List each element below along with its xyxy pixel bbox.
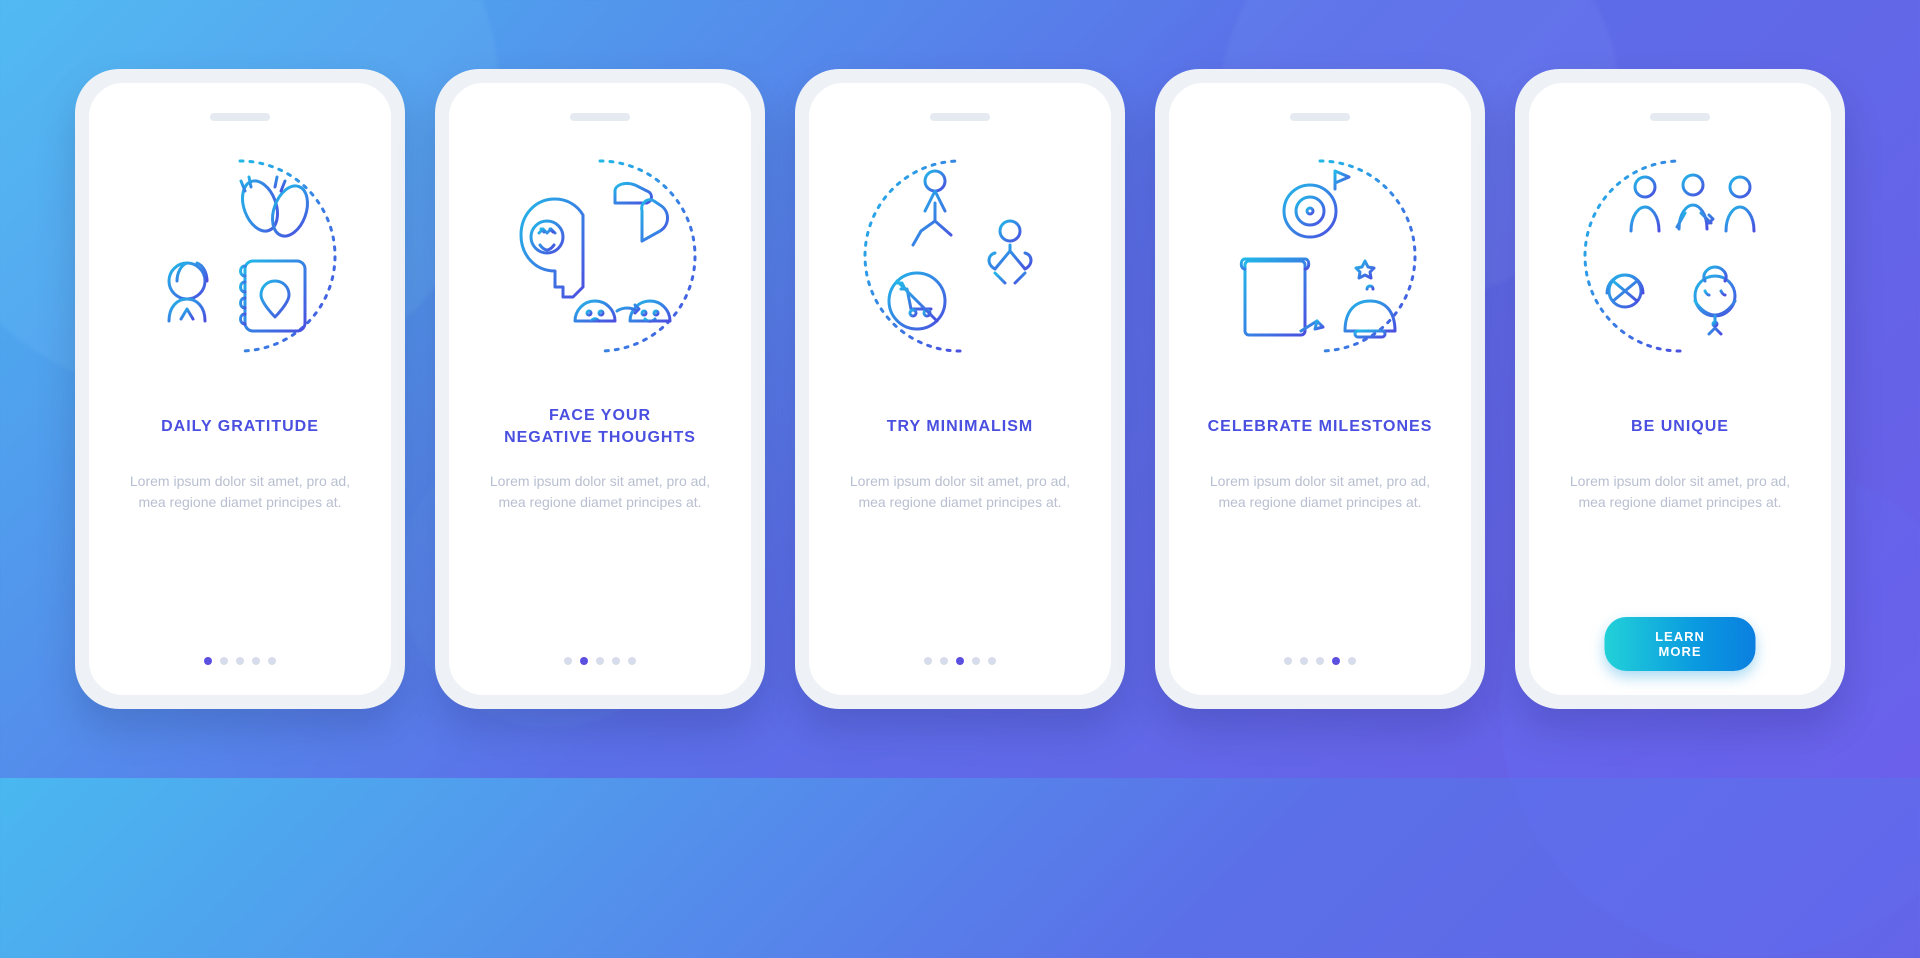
phone-notch <box>930 113 990 121</box>
milestones-icon <box>1205 141 1435 371</box>
page-dot[interactable] <box>628 657 636 665</box>
page-dot[interactable] <box>204 657 212 665</box>
unique-icon <box>1565 141 1795 371</box>
phone-row: DAILY GRATITUDE Lorem ipsum dolor sit am… <box>75 69 1845 709</box>
page-dot[interactable] <box>1348 657 1356 665</box>
page-dot[interactable] <box>1332 657 1340 665</box>
minimalism-icon <box>845 141 1075 371</box>
onboarding-body: Lorem ipsum dolor sit amet, pro ad, mea … <box>471 471 729 513</box>
page-indicator <box>1169 657 1471 665</box>
onboarding-screen: BE UNIQUE Lorem ipsum dolor sit amet, pr… <box>1529 83 1831 695</box>
negative-thoughts-icon <box>485 141 715 371</box>
phone-notch <box>1290 113 1350 121</box>
phone-notch <box>1650 113 1710 121</box>
page-dot[interactable] <box>252 657 260 665</box>
phone-mockup: CELEBRATE MILESTONES Lorem ipsum dolor s… <box>1155 69 1485 709</box>
page-dot[interactable] <box>612 657 620 665</box>
onboarding-screen: FACE YOUR NEGATIVE THOUGHTS Lorem ipsum … <box>449 83 751 695</box>
onboarding-screen: TRY MINIMALISM Lorem ipsum dolor sit ame… <box>809 83 1111 695</box>
page-dot[interactable] <box>1284 657 1292 665</box>
page-dot[interactable] <box>1316 657 1324 665</box>
onboarding-title: BE UNIQUE <box>1623 405 1737 449</box>
phone-notch <box>570 113 630 121</box>
page-dot[interactable] <box>220 657 228 665</box>
page-dot[interactable] <box>924 657 932 665</box>
page-dot[interactable] <box>268 657 276 665</box>
onboarding-title: FACE YOUR NEGATIVE THOUGHTS <box>496 405 704 449</box>
page-dot[interactable] <box>596 657 604 665</box>
gratitude-icon <box>125 141 355 371</box>
onboarding-screen: DAILY GRATITUDE Lorem ipsum dolor sit am… <box>89 83 391 695</box>
page-dot[interactable] <box>972 657 980 665</box>
phone-mockup: FACE YOUR NEGATIVE THOUGHTS Lorem ipsum … <box>435 69 765 709</box>
learn-more-button[interactable]: LEARN MORE <box>1605 617 1756 671</box>
onboarding-title: DAILY GRATITUDE <box>153 405 327 449</box>
page-dot[interactable] <box>236 657 244 665</box>
onboarding-body: Lorem ipsum dolor sit amet, pro ad, mea … <box>831 471 1089 513</box>
onboarding-body: Lorem ipsum dolor sit amet, pro ad, mea … <box>111 471 369 513</box>
phone-mockup: TRY MINIMALISM Lorem ipsum dolor sit ame… <box>795 69 1125 709</box>
phone-mockup: DAILY GRATITUDE Lorem ipsum dolor sit am… <box>75 69 405 709</box>
page-dot[interactable] <box>940 657 948 665</box>
page-indicator <box>449 657 751 665</box>
onboarding-screen: CELEBRATE MILESTONES Lorem ipsum dolor s… <box>1169 83 1471 695</box>
page-indicator <box>809 657 1111 665</box>
page-dot[interactable] <box>1300 657 1308 665</box>
page-dot[interactable] <box>956 657 964 665</box>
onboarding-title: TRY MINIMALISM <box>879 405 1041 449</box>
page-indicator <box>89 657 391 665</box>
phone-notch <box>210 113 270 121</box>
onboarding-body: Lorem ipsum dolor sit amet, pro ad, mea … <box>1551 471 1809 513</box>
onboarding-title: CELEBRATE MILESTONES <box>1200 405 1441 449</box>
page-dot[interactable] <box>580 657 588 665</box>
page-dot[interactable] <box>564 657 572 665</box>
page-dot[interactable] <box>988 657 996 665</box>
phone-mockup: BE UNIQUE Lorem ipsum dolor sit amet, pr… <box>1515 69 1845 709</box>
onboarding-body: Lorem ipsum dolor sit amet, pro ad, mea … <box>1191 471 1449 513</box>
